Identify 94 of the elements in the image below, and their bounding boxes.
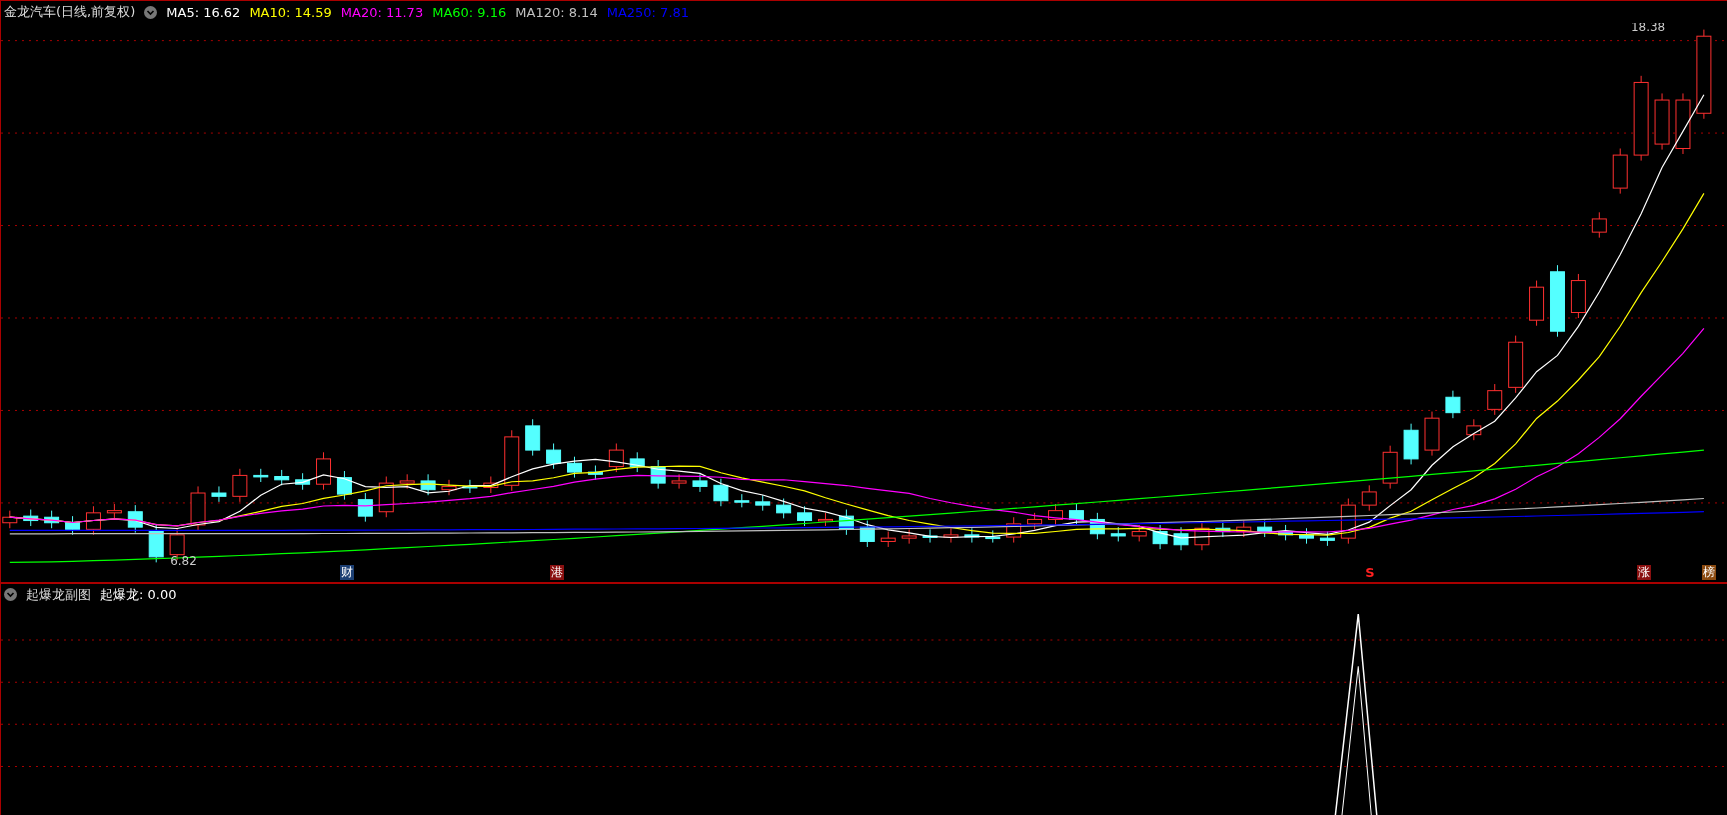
candlestick bbox=[357, 492, 373, 523]
candlestick bbox=[567, 456, 582, 479]
candlestick bbox=[1403, 423, 1419, 465]
candlestick bbox=[922, 528, 938, 544]
event-badge[interactable]: 财 bbox=[339, 564, 354, 580]
candlestick bbox=[1508, 335, 1524, 394]
candlestick bbox=[525, 418, 541, 457]
candlestick bbox=[650, 459, 666, 490]
candlestick bbox=[1173, 526, 1189, 551]
candlestick bbox=[253, 468, 269, 483]
event-badge[interactable]: 涨 bbox=[1637, 564, 1652, 580]
candlestick bbox=[1257, 520, 1273, 538]
candlestick bbox=[316, 451, 331, 491]
candlestick bbox=[1382, 445, 1398, 490]
candlestick bbox=[755, 494, 771, 512]
sub-chart-title: 起爆龙副图 bbox=[26, 585, 91, 604]
candlestick bbox=[713, 478, 729, 507]
candlestick bbox=[901, 528, 917, 545]
candlestick bbox=[1466, 418, 1482, 441]
candlestick bbox=[1152, 524, 1168, 550]
indicator-value: MA5: 16.62 bbox=[166, 4, 241, 20]
candlestick bbox=[462, 479, 478, 494]
candlestick bbox=[295, 472, 311, 491]
indicator-value: MA10: 14.59 bbox=[249, 4, 332, 20]
candlestick bbox=[818, 512, 833, 527]
indicator-value: MA20: 11.73 bbox=[340, 4, 424, 20]
candlestick bbox=[1131, 524, 1147, 542]
candlestick bbox=[1340, 498, 1356, 545]
candlestick bbox=[504, 429, 520, 492]
candlestick bbox=[1654, 92, 1670, 151]
candlestick bbox=[106, 503, 122, 519]
candlestick bbox=[1487, 383, 1503, 416]
candlestick bbox=[964, 527, 980, 544]
candlestick bbox=[1278, 524, 1294, 541]
candlestick bbox=[1591, 211, 1607, 239]
candlestick bbox=[274, 469, 290, 486]
candlestick bbox=[1675, 92, 1691, 155]
candlestick bbox=[1110, 526, 1126, 542]
indicator-value: MA120: 8.14 bbox=[515, 4, 598, 20]
candlestick bbox=[44, 510, 60, 529]
candlestick bbox=[1319, 531, 1335, 547]
candlestick bbox=[23, 509, 39, 527]
candlestick bbox=[1089, 512, 1105, 540]
low-price-label: 6.82 bbox=[170, 553, 197, 568]
indicator-value: 起爆龙: 0.00 bbox=[100, 585, 177, 604]
candlestick bbox=[1612, 148, 1628, 195]
candlestick bbox=[943, 527, 959, 544]
candlestick bbox=[1068, 503, 1084, 526]
collapse-icon[interactable] bbox=[144, 5, 158, 19]
candlestick bbox=[1299, 527, 1314, 545]
candlestick bbox=[629, 451, 645, 473]
candlestick bbox=[859, 520, 875, 548]
candlestick bbox=[378, 476, 394, 518]
candlestick bbox=[211, 485, 227, 503]
candlestick bbox=[546, 443, 562, 470]
candlestick bbox=[587, 465, 603, 481]
candlestick bbox=[1424, 411, 1440, 457]
candlestick bbox=[127, 504, 143, 534]
candlestick bbox=[608, 443, 624, 473]
candlestick bbox=[1215, 521, 1231, 538]
candlestick bbox=[148, 523, 164, 563]
candlestick bbox=[190, 485, 206, 531]
signal-marker[interactable]: S bbox=[1365, 564, 1375, 580]
candlestick bbox=[1194, 521, 1210, 551]
candlestick bbox=[838, 509, 854, 536]
candlestick bbox=[65, 515, 81, 536]
candlestick bbox=[483, 476, 499, 494]
candlestick bbox=[1236, 520, 1252, 538]
chart-title: 金龙汽车(日线,前复权) bbox=[4, 3, 136, 21]
candlestick bbox=[336, 470, 352, 501]
candlestick bbox=[692, 473, 708, 493]
candlestick bbox=[734, 493, 750, 508]
candlestick bbox=[1006, 516, 1022, 544]
indicator-value: MA250: 7.81 bbox=[606, 4, 690, 20]
event-badge[interactable]: 榜 bbox=[1702, 564, 1717, 580]
candlestick bbox=[1570, 273, 1586, 319]
candlestick bbox=[1027, 512, 1043, 530]
candlestick bbox=[441, 479, 457, 496]
indicator-value: MA60: 9.16 bbox=[432, 4, 507, 20]
candlestick bbox=[776, 498, 792, 519]
collapse-icon[interactable] bbox=[4, 588, 17, 602]
candlestick bbox=[1529, 280, 1545, 327]
candlestick bbox=[85, 505, 101, 536]
candlestick bbox=[420, 473, 436, 496]
candlestick bbox=[1048, 503, 1063, 526]
candlestick bbox=[671, 473, 687, 490]
candlestick bbox=[1445, 390, 1461, 419]
candlestick bbox=[797, 505, 813, 527]
candlestick bbox=[1361, 484, 1377, 512]
candlestick bbox=[985, 529, 1001, 544]
candlestick bbox=[232, 468, 248, 503]
candlestick bbox=[399, 473, 415, 490]
event-badge[interactable]: 港 bbox=[550, 564, 565, 580]
candlestick bbox=[880, 531, 896, 548]
